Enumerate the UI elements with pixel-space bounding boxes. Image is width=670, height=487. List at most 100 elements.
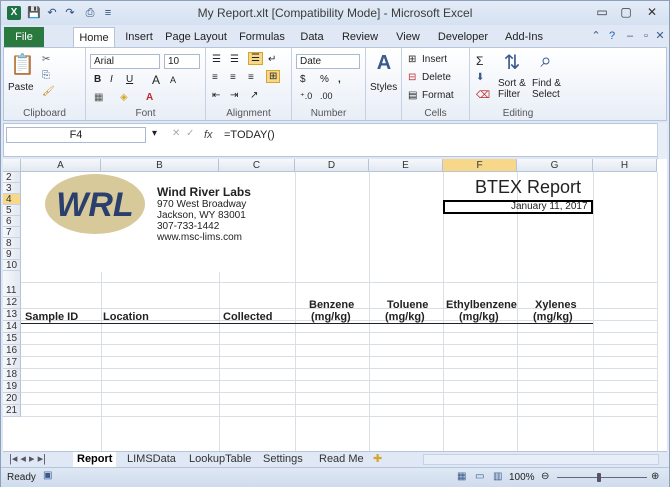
align-center-icon[interactable]: ≡: [230, 72, 236, 83]
close-icon[interactable]: ✕: [641, 4, 663, 20]
format-painter-icon[interactable]: 🖌: [42, 86, 55, 97]
row-header[interactable]: 15: [3, 333, 21, 345]
column-header[interactable]: B: [101, 159, 219, 172]
fill-icon[interactable]: ⬇: [476, 72, 484, 83]
copy-icon[interactable]: ⎘: [42, 70, 50, 81]
insert-cells-button[interactable]: Insert: [422, 54, 447, 65]
align-middle-icon[interactable]: ☰: [230, 54, 239, 65]
zoom-slider[interactable]: [557, 477, 647, 478]
row-header[interactable]: 5: [3, 205, 21, 216]
column-header[interactable]: E: [369, 159, 443, 172]
tab-view[interactable]: View: [393, 27, 423, 47]
workbook-close-icon[interactable]: ✕: [653, 29, 667, 43]
column-header[interactable]: H: [593, 159, 657, 172]
percent-button[interactable]: %: [320, 74, 329, 85]
row-header[interactable]: 4: [3, 194, 21, 205]
row-header[interactable]: 12: [3, 297, 21, 309]
tab-home[interactable]: Home: [73, 27, 115, 47]
row-header[interactable]: 19: [3, 381, 21, 393]
align-top-icon[interactable]: ☰: [212, 54, 221, 65]
find-select-icon[interactable]: ⌕: [534, 50, 558, 73]
row-header[interactable]: 14: [3, 321, 21, 333]
sheet-tab-lookuptable[interactable]: LookupTable: [185, 452, 255, 467]
spreadsheet-grid[interactable]: A B C D E F G H 2 3 4 5 6 7 8 9 10 11 12…: [3, 159, 667, 451]
column-header[interactable]: G: [517, 159, 593, 172]
zoom-in-icon[interactable]: ⊕: [651, 471, 659, 482]
column-header[interactable]: A: [21, 159, 101, 172]
decrease-decimal-icon[interactable]: .00: [320, 91, 333, 101]
number-format-select[interactable]: Date: [296, 54, 360, 69]
tab-data[interactable]: Data: [297, 27, 327, 47]
row-header[interactable]: 10: [3, 260, 21, 271]
page-break-view-icon[interactable]: ▥: [493, 471, 502, 482]
tab-insert[interactable]: Insert: [119, 27, 159, 47]
font-size-select[interactable]: 10: [164, 54, 200, 69]
select-label[interactable]: Select: [532, 89, 560, 100]
minimize-icon[interactable]: ▭: [591, 4, 613, 20]
orientation-icon[interactable]: ↗: [250, 90, 258, 101]
row-header[interactable]: 17: [3, 357, 21, 369]
sort-label[interactable]: Sort &: [498, 78, 526, 89]
formula-input[interactable]: =TODAY(): [224, 127, 654, 143]
page-layout-view-icon[interactable]: ▭: [475, 471, 484, 482]
help-icon[interactable]: ?: [605, 29, 619, 43]
column-header[interactable]: C: [219, 159, 295, 172]
paste-icon[interactable]: 📋: [10, 52, 35, 77]
name-box[interactable]: F4: [6, 127, 146, 143]
font-name-select[interactable]: Arial: [90, 54, 160, 69]
decrease-indent-icon[interactable]: ⇤: [212, 90, 220, 101]
tab-add-ins[interactable]: Add-Ins: [501, 27, 547, 47]
column-header[interactable]: D: [295, 159, 369, 172]
font-color-icon[interactable]: A: [146, 92, 153, 103]
name-box-dropdown-icon[interactable]: ▾: [152, 128, 157, 139]
format-cells-button[interactable]: Format: [422, 90, 454, 101]
cancel-formula-icon[interactable]: ✕: [172, 128, 180, 139]
insert-function-icon[interactable]: fx: [204, 127, 218, 143]
bold-button[interactable]: B: [94, 74, 101, 85]
tab-developer[interactable]: Developer: [435, 27, 491, 47]
cut-icon[interactable]: ✂: [42, 54, 50, 65]
delete-cells-icon[interactable]: ⊟: [408, 72, 416, 83]
grow-font-button[interactable]: A: [152, 73, 160, 87]
sort-filter-icon[interactable]: ⇅: [500, 50, 524, 75]
restore-icon[interactable]: ▢: [615, 4, 637, 20]
italic-button[interactable]: I: [110, 74, 113, 85]
row-header[interactable]: 7: [3, 227, 21, 238]
merge-center-icon[interactable]: ⊞: [266, 70, 281, 83]
comma-button[interactable]: ,: [338, 74, 341, 85]
tab-file[interactable]: File: [4, 27, 44, 47]
row-header[interactable]: 9: [3, 249, 21, 260]
sheet-tab-report[interactable]: Report: [73, 452, 117, 467]
minimize-ribbon-icon[interactable]: ⌃: [589, 29, 603, 43]
increase-decimal-icon[interactable]: ⁺.0: [300, 91, 312, 102]
clear-icon[interactable]: ⌫: [476, 90, 490, 101]
tab-review[interactable]: Review: [339, 27, 381, 47]
wrap-text-icon[interactable]: ↵: [268, 54, 276, 65]
currency-button[interactable]: $: [300, 74, 306, 85]
delete-cells-button[interactable]: Delete: [422, 72, 451, 83]
row-header[interactable]: 18: [3, 369, 21, 381]
format-cells-icon[interactable]: ▤: [408, 90, 417, 101]
insert-cells-icon[interactable]: ⊞: [408, 54, 416, 65]
sheet-tab-limsdata[interactable]: LIMSData: [123, 452, 180, 467]
zoom-out-icon[interactable]: ⊖: [541, 471, 549, 482]
autosum-icon[interactable]: Σ: [476, 54, 483, 68]
row-header[interactable]: 8: [3, 238, 21, 249]
fill-color-icon[interactable]: ◈: [120, 92, 128, 103]
styles-icon[interactable]: A: [372, 52, 396, 75]
workbook-minimize-icon[interactable]: –: [623, 29, 637, 43]
insert-sheet-icon[interactable]: ✚: [369, 452, 386, 467]
align-bottom-icon[interactable]: ☰: [248, 52, 263, 65]
horizontal-scrollbar[interactable]: [423, 454, 659, 465]
underline-button[interactable]: U: [126, 74, 133, 85]
align-right-icon[interactable]: ≡: [248, 72, 254, 83]
macro-record-icon[interactable]: ▣: [43, 470, 52, 481]
zoom-slider-thumb[interactable]: [597, 473, 601, 482]
sheet-nav-icons[interactable]: |◂ ◂ ▸ ▸|: [5, 452, 50, 467]
row-header[interactable]: 11: [3, 271, 21, 297]
paste-label[interactable]: Paste: [8, 82, 34, 93]
increase-indent-icon[interactable]: ⇥: [230, 90, 238, 101]
row-header[interactable]: 16: [3, 345, 21, 357]
column-header[interactable]: F: [443, 159, 517, 172]
styles-button-label[interactable]: Styles: [370, 82, 397, 93]
